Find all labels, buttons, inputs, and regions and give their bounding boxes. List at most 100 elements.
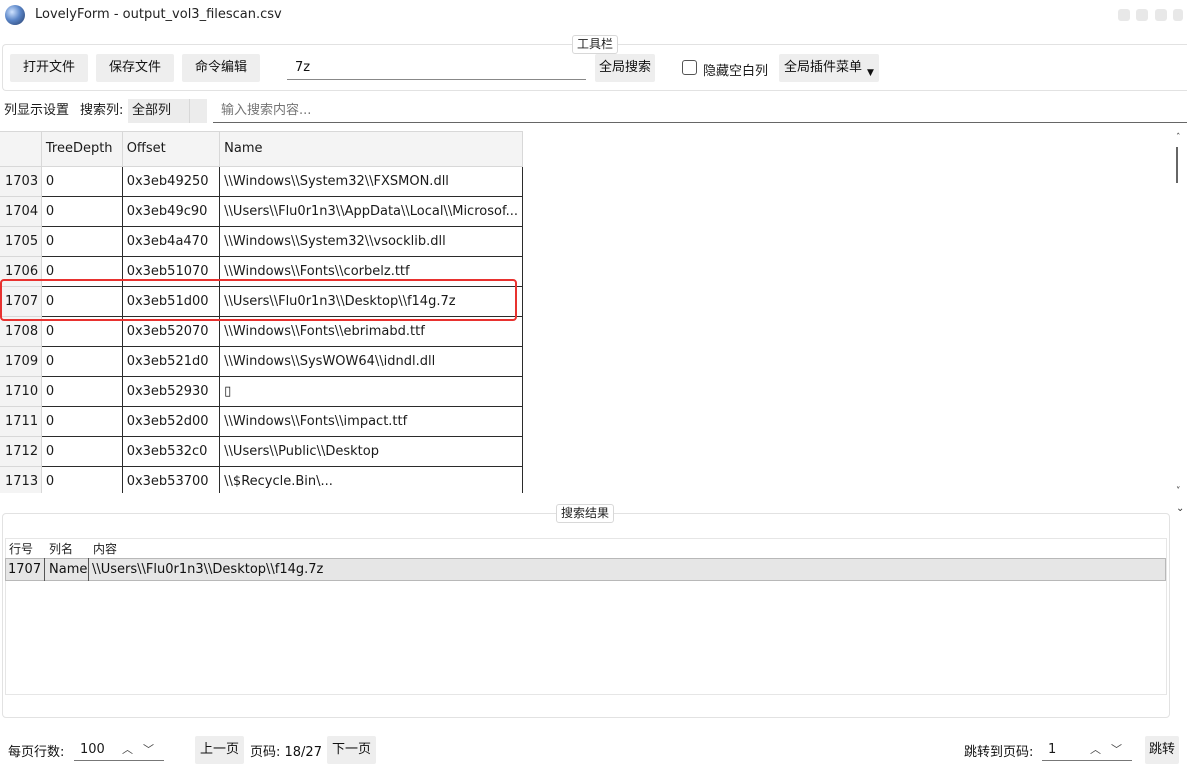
rows-per-page-label: 每页行数: [8, 745, 65, 760]
save-file-button[interactable]: 保存文件 [96, 54, 174, 82]
global-search-button[interactable]: 全局搜索 [595, 54, 655, 82]
cell-offset[interactable]: 0x3eb521d0 [122, 346, 221, 377]
results-header-line[interactable]: 行号 [9, 540, 33, 557]
cell-name[interactable]: \\$Recycle.Bin\... [219, 466, 523, 493]
row-number[interactable]: 1707 [0, 286, 42, 317]
rows-per-page-spinbox[interactable]: 100 ︿﹀ [74, 739, 164, 761]
column-display-settings[interactable]: 列显示设置 [4, 99, 69, 123]
hide-blank-columns-checkbox[interactable] [682, 60, 697, 75]
global-search-input[interactable] [287, 56, 586, 80]
results-cell-line[interactable]: 1707 [8, 562, 41, 577]
cell-offset[interactable]: 0x3eb53700 [122, 466, 221, 493]
cell-treedepth[interactable]: 0 [41, 466, 123, 493]
table-row[interactable]: 1704 0 0x3eb49c90 \\Users\\Flu0r1n3\\AppDat… [0, 196, 523, 227]
column-header-treedepth[interactable]: ⌄ TreeDepth [41, 132, 123, 167]
row-number[interactable]: 1713 [0, 466, 42, 493]
close-button[interactable] [1155, 9, 1167, 21]
table-row[interactable]: 1709 0 0x3eb521d0 \\Windows\\SysWOW64\\idnd… [0, 346, 523, 377]
cell-offset[interactable]: 0x3eb49c90 [122, 196, 221, 227]
row-number[interactable]: 1712 [0, 436, 42, 467]
row-number[interactable]: 1708 [0, 316, 42, 347]
cell-treedepth[interactable]: 0 [41, 436, 123, 467]
row-number[interactable]: 1706 [0, 256, 42, 287]
cell-treedepth[interactable]: 0 [41, 256, 123, 287]
search-content-input[interactable] [213, 99, 1187, 123]
search-column-select[interactable]: 全部列 [128, 99, 207, 123]
results-header-column[interactable]: 列名 [49, 540, 73, 557]
prev-page-button[interactable]: 上一页 [195, 736, 244, 764]
minimize-button[interactable] [1118, 9, 1130, 21]
table-row[interactable]: 1712 0 0x3eb532c0 \\Users\\Public\\Desktop [0, 436, 523, 467]
cell-treedepth[interactable]: 0 [41, 166, 123, 197]
results-header-content[interactable]: 内容 [93, 540, 117, 557]
row-number[interactable]: 1710 [0, 376, 42, 407]
chevron-down-icon[interactable]: ⌄ [1176, 503, 1187, 515]
cell-treedepth[interactable]: 0 [41, 196, 123, 227]
table-row[interactable]: 1705 0 0x3eb4a470 \\Windows\\System32\\vsoc… [0, 226, 523, 257]
cell-name[interactable]: \\Users\\Flu0r1n3\\Desktop\\f14g.7z [219, 286, 523, 317]
row-number[interactable]: 1711 [0, 406, 42, 437]
open-file-button[interactable]: 打开文件 [10, 54, 88, 82]
row-number[interactable]: 1703 [0, 166, 42, 197]
cell-treedepth[interactable]: 0 [41, 406, 123, 437]
rows-per-page-value: 100 [80, 742, 105, 757]
row-number[interactable]: 1704 [0, 196, 42, 227]
goto-page-spinbox[interactable]: 1 ︿﹀ [1042, 739, 1132, 761]
cell-treedepth[interactable]: 0 [41, 316, 123, 347]
cell-treedepth[interactable]: 0 [41, 376, 123, 407]
results-cell-column[interactable]: Name [49, 562, 87, 577]
cell-offset[interactable]: 0x3eb51070 [122, 256, 221, 287]
data-table: ⌄ TreeDepth Offset Name 170300x3eb49250\… [0, 131, 523, 493]
cell-offset[interactable]: 0x3eb4a470 [122, 226, 221, 257]
cell-name[interactable]: ▯ [219, 376, 523, 407]
maximize-button[interactable] [1136, 9, 1148, 21]
scroll-down-icon[interactable]: ˬ [1176, 479, 1187, 489]
row-number[interactable]: 1705 [0, 226, 42, 257]
cell-name[interactable]: \\Windows\\Fonts\\impact.ttf [219, 406, 523, 437]
table-row[interactable]: 1711 0 0x3eb52d00 \\Windows\\Fonts\\impact.… [0, 406, 523, 437]
plugin-menu-button[interactable]: 全局插件菜单 ▼ [779, 54, 879, 82]
cell-name[interactable]: \\Windows\\SysWOW64\\idndl.dll [219, 346, 523, 377]
cell-offset[interactable]: 0x3eb52930 [122, 376, 221, 407]
table-row[interactable]: 1703 0 0x3eb49250 \\Windows\\System32\\FXSM… [0, 166, 523, 197]
table-row[interactable]: 1713 0 0x3eb53700 \\$Recycle.Bin\... [0, 466, 523, 493]
search-column-value: 全部列 [132, 103, 172, 118]
cell-name[interactable]: \\Windows\\Fonts\\ebrimabd.ttf [219, 316, 523, 347]
spin-arrows-icon[interactable]: ︿﹀ [1090, 739, 1132, 761]
cell-name[interactable]: \\Users\\Flu0r1n3\\AppData\\Local\\Micro… [219, 196, 523, 227]
next-page-button[interactable]: 下一页 [327, 736, 376, 764]
hide-blank-columns-label: 隐藏空白列 [703, 64, 769, 79]
cell-name[interactable]: \\Windows\\System32\\FXSMON.dll [219, 166, 523, 197]
scrollbar-thumb[interactable] [1176, 147, 1178, 183]
column-header-name[interactable]: Name [219, 132, 523, 167]
cell-treedepth[interactable]: 0 [41, 346, 123, 377]
cell-name[interactable]: \\Windows\\Fonts\\corbelz.ttf [219, 256, 523, 287]
table-row[interactable]: 1708 0 0x3eb52070 \\Windows\\Fonts\\ebrimab… [0, 316, 523, 347]
table-row[interactable]: 1710 0 0x3eb52930 ▯ [0, 376, 523, 407]
command-edit-button[interactable]: 命令编辑 [182, 54, 260, 82]
extra-window-button[interactable] [1173, 9, 1183, 21]
table-row-highlighted[interactable]: 1707 0 0x3eb51d00 \\Users\\Flu0r1n3\\Deskto… [0, 286, 523, 317]
goto-page-button[interactable]: 跳转 [1145, 736, 1179, 764]
cell-name[interactable]: \\Windows\\System32\\vsocklib.dll [219, 226, 523, 257]
cell-offset[interactable]: 0x3eb49250 [122, 166, 221, 197]
row-number[interactable]: 1709 [0, 346, 42, 377]
spin-arrows-icon[interactable]: ︿﹀ [122, 739, 164, 761]
cell-offset[interactable]: 0x3eb532c0 [122, 436, 221, 467]
cell-offset[interactable]: 0x3eb52070 [122, 316, 221, 347]
results-cell-content[interactable]: \\Users\\Flu0r1n3\\Desktop\\f14g.7z [92, 562, 323, 577]
window-title: LovelyForm - output_vol3_filescan.csv [35, 7, 282, 22]
scroll-up-icon[interactable]: ˆ [1176, 133, 1187, 143]
column-header-offset[interactable]: Offset [122, 132, 221, 167]
cell-treedepth[interactable]: 0 [41, 226, 123, 257]
cell-offset[interactable]: 0x3eb52d00 [122, 406, 221, 437]
results-divider [44, 558, 45, 581]
cell-treedepth[interactable]: 0 [41, 286, 123, 317]
search-column-label: 搜索列: [80, 103, 124, 118]
cell-offset[interactable]: 0x3eb51d00 [122, 286, 221, 317]
table-row[interactable]: 1706 0 0x3eb51070 \\Windows\\Fonts\\corbelz… [0, 256, 523, 287]
toolbar-caption: 工具栏 [572, 35, 619, 54]
title-bar: LovelyForm - output_vol3_filescan.csv [0, 0, 1187, 32]
cell-name[interactable]: \\Users\\Public\\Desktop [219, 436, 523, 467]
table-corner[interactable] [0, 132, 42, 167]
